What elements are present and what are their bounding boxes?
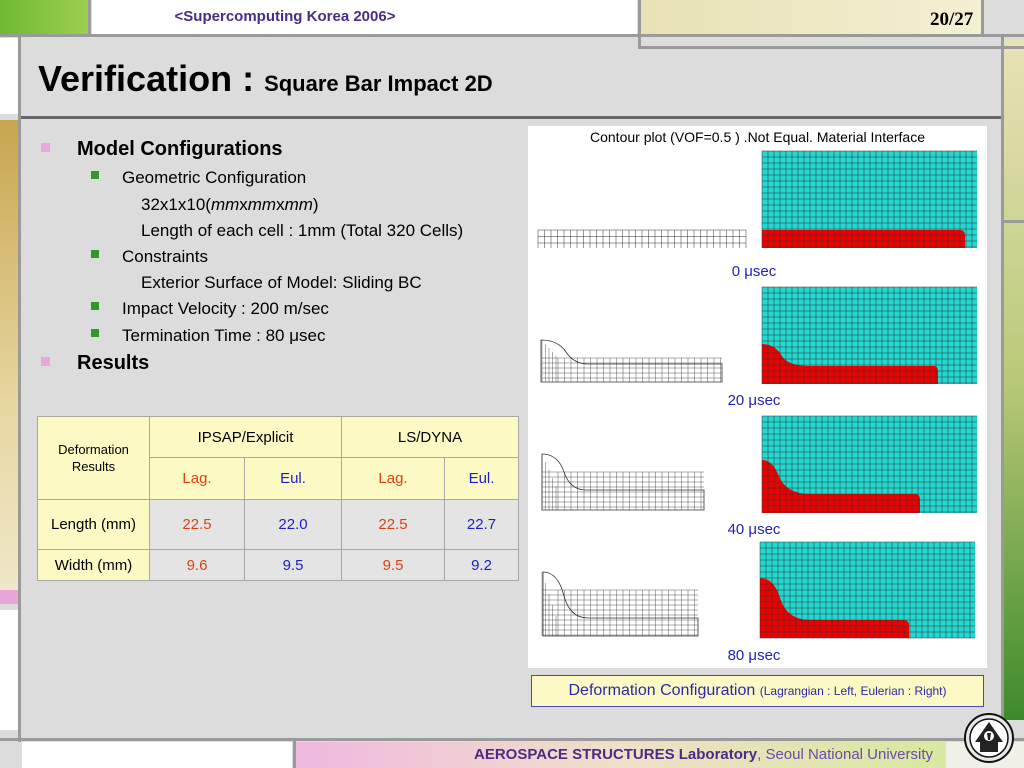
outline-geometric: Geometric Configuration	[122, 168, 307, 187]
outline-model-configurations: Model Configurations	[77, 138, 283, 160]
table-row: Length (mm) 22.5 22.0 22.5 22.7	[37, 499, 519, 550]
title-underline	[18, 116, 1004, 119]
eulerian-material-region	[762, 230, 965, 248]
outline-dimensions: 32x1x10(mmxmmxmm)	[141, 195, 319, 215]
outline-constraints: Constraints	[122, 247, 208, 266]
event-title: <Supercomputing Korea 2006>	[174, 8, 396, 25]
row-label: Width (mm)	[37, 549, 150, 581]
frame-line	[18, 37, 21, 742]
table-cell: 9.5	[244, 549, 342, 581]
page-number: 20/27	[930, 9, 974, 30]
bullet-square-icon	[41, 357, 50, 366]
table-row: Width (mm) 9.6 9.5 9.5 9.2	[37, 549, 519, 581]
frame-line	[0, 738, 1024, 741]
time-label: 40 μsec	[727, 521, 781, 538]
time-label: 20 μsec	[727, 392, 781, 409]
frame-line	[0, 34, 1024, 37]
table-cell: 22.5	[149, 499, 245, 550]
left-gold-bar	[0, 120, 18, 590]
table-subheader-lag: Lag.	[341, 457, 445, 500]
bullet-square-icon	[91, 302, 99, 310]
left-white-block	[0, 38, 18, 114]
table-subheader-eul: Eul.	[444, 457, 519, 500]
bullet-square-icon	[41, 143, 50, 152]
dims-unit: mm	[247, 195, 277, 214]
footer-lab: AEROSPACE STRUCTURES Laboratory, Seoul N…	[474, 746, 933, 763]
lagrangian-mesh-80us	[542, 571, 699, 637]
contour-title: Contour plot (VOF=0.5 ) .Not Equal. Mate…	[590, 129, 925, 145]
table-cell: 9.2	[444, 549, 519, 581]
frame-line	[638, 46, 1024, 49]
bullet-square-icon	[91, 329, 99, 337]
lagrangian-mesh-20us	[540, 339, 723, 383]
caption-detail: (Lagrangian : Left, Eulerian : Right)	[759, 684, 947, 698]
outline-impact-velocity: Impact Velocity : 200 m/sec	[122, 299, 329, 318]
time-label: 0 μsec	[731, 263, 777, 280]
left-pink-block	[0, 590, 18, 604]
dims-times: x	[239, 195, 248, 214]
frame-line	[1004, 220, 1024, 223]
table-corner: Deformation Results	[37, 416, 150, 500]
dims-times: x	[276, 195, 285, 214]
frame-line	[293, 741, 296, 768]
bullet-square-icon	[91, 250, 99, 258]
outline-results: Results	[77, 352, 150, 374]
caption-main: Deformation Configuration	[568, 682, 760, 699]
lab-name: AEROSPACE STRUCTURES Laboratory	[474, 746, 758, 763]
table-cell: 22.5	[341, 499, 445, 550]
slide-title-main: Verification :	[38, 58, 265, 99]
dims-unit: mm	[284, 195, 313, 214]
table-group-header: LS/DYNA	[341, 416, 519, 458]
table-cell: 9.6	[149, 549, 245, 581]
dims-unit: mm	[210, 195, 240, 214]
outline-exterior: Exterior Surface of Model: Sliding BC	[141, 273, 422, 292]
header-green-block	[0, 0, 90, 34]
contour-figure: Contour plot (VOF=0.5 ) .Not Equal. Mate…	[528, 126, 987, 668]
figure-caption: Deformation Configuration (Lagrangian : …	[531, 675, 984, 707]
table-cell: 22.7	[444, 499, 519, 550]
frame-line	[1001, 37, 1004, 742]
frame-line	[981, 0, 984, 37]
table-subheader-eul: Eul.	[244, 457, 342, 500]
outline-termination: Termination Time : 80 μsec	[122, 326, 326, 345]
row-label: Length (mm)	[37, 499, 150, 550]
frame-line	[88, 0, 91, 37]
university-seal-icon	[964, 713, 1014, 763]
table-group-header: IPSAP/Explicit	[149, 416, 342, 458]
table-cell: 22.0	[244, 499, 342, 550]
lagrangian-mesh-undeformed	[537, 229, 747, 248]
footer-white-block	[22, 742, 292, 768]
slide-title-sub: Square Bar Impact 2D	[264, 71, 493, 96]
slide-title: Verification : Square Bar Impact 2D	[38, 58, 493, 100]
outline-cell-length: Length of each cell : 1mm (Total 320 Cel…	[141, 221, 464, 240]
dims-suffix: )	[312, 195, 319, 214]
table-cell: 9.5	[341, 549, 445, 581]
time-label: 80 μsec	[727, 647, 781, 664]
results-table: Deformation Results IPSAP/Explicit LS/DY…	[37, 416, 519, 581]
dims-prefix: 32x1x10(	[141, 195, 211, 214]
table-subheader-lag: Lag.	[149, 457, 245, 500]
frame-line	[638, 0, 641, 48]
university-name: Seoul National University	[765, 746, 934, 763]
right-gradient-bar	[1003, 40, 1024, 720]
left-white-block-lower	[0, 610, 18, 730]
bullet-square-icon	[91, 171, 99, 179]
